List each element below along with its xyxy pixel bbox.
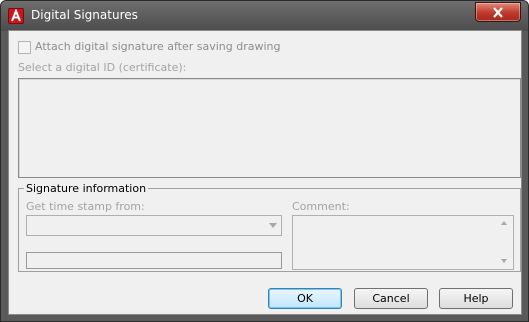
cancel-button[interactable]: Cancel bbox=[354, 288, 428, 309]
timestamp-dropdown[interactable] bbox=[26, 215, 282, 236]
certificate-list[interactable] bbox=[18, 78, 521, 178]
scroll-down-icon[interactable] bbox=[501, 259, 507, 263]
ok-button[interactable]: OK bbox=[268, 288, 342, 309]
close-button[interactable] bbox=[475, 2, 521, 22]
comment-scrollbar[interactable] bbox=[496, 216, 513, 269]
comment-field[interactable] bbox=[292, 215, 514, 270]
autocad-icon[interactable] bbox=[8, 8, 24, 24]
chevron-down-icon[interactable] bbox=[269, 223, 277, 228]
title-bar[interactable]: Digital Signatures bbox=[1, 1, 528, 31]
comment-label: Comment: bbox=[292, 200, 350, 213]
scroll-up-icon[interactable] bbox=[501, 221, 507, 225]
attach-signature-label[interactable]: Attach digital signature after saving dr… bbox=[35, 40, 280, 53]
timestamp-status-field bbox=[26, 252, 282, 269]
dialog-body: Attach digital signature after saving dr… bbox=[8, 30, 522, 315]
signature-information-title: Signature information bbox=[24, 182, 149, 195]
dialog-window: Digital Signatures Attach digital signat… bbox=[0, 0, 529, 322]
help-button[interactable]: Help bbox=[439, 288, 513, 309]
select-digital-id-label: Select a digital ID (certificate): bbox=[18, 61, 187, 74]
close-icon bbox=[493, 7, 503, 18]
attach-signature-checkbox[interactable] bbox=[18, 41, 31, 54]
timestamp-label: Get time stamp from: bbox=[26, 200, 145, 213]
window-title: Digital Signatures bbox=[31, 8, 138, 22]
